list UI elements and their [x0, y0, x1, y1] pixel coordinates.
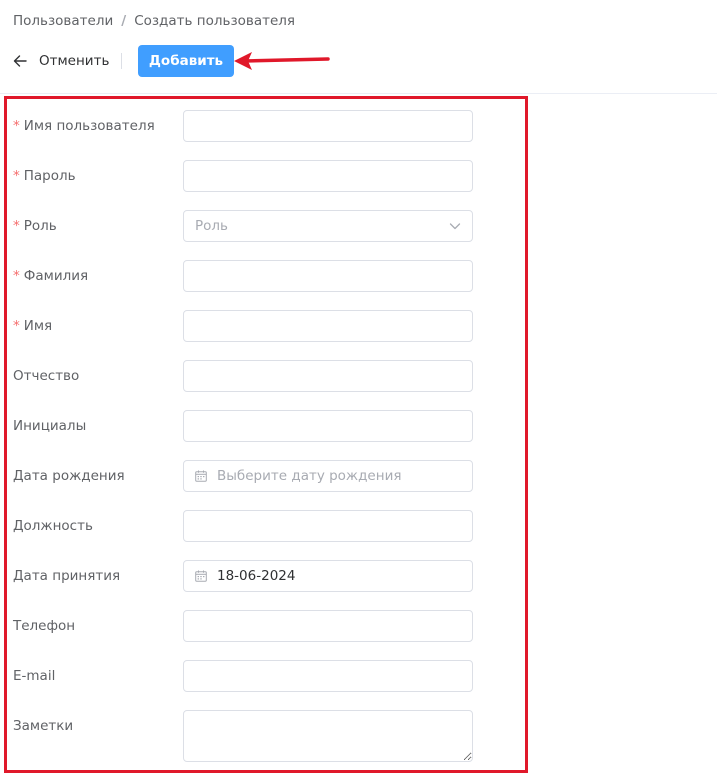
required-mark: * [13, 318, 20, 334]
form-row-role: * Роль Роль [0, 210, 717, 242]
breadcrumb-separator: / [121, 13, 127, 29]
hire-date-picker[interactable]: 18-06-2024 [183, 560, 473, 592]
position-label: Должность [13, 518, 93, 534]
role-select[interactable]: Роль [183, 210, 473, 242]
initials-label: Инициалы [13, 418, 87, 434]
first-name-input[interactable] [183, 310, 473, 342]
form-row-patronymic: Отчество [0, 360, 717, 392]
notes-textarea[interactable] [183, 710, 473, 762]
chevron-down-icon [449, 223, 461, 230]
initials-input[interactable] [183, 410, 473, 442]
patronymic-label: Отчество [13, 368, 80, 384]
form-row-last-name: * Фамилия [0, 260, 717, 292]
email-input[interactable] [183, 660, 473, 692]
cancel-label: Отменить [39, 53, 110, 69]
last-name-label-text: Фамилия [23, 268, 89, 284]
required-mark: * [13, 168, 20, 184]
form-row-first-name: * Имя [0, 310, 717, 342]
hire-date-value: 18-06-2024 [217, 568, 296, 584]
toolbar: Отменить Добавить [0, 45, 717, 77]
form-row-phone: Телефон [0, 610, 717, 642]
add-button[interactable]: Добавить [138, 45, 234, 77]
calendar-icon [195, 570, 207, 582]
required-mark: * [13, 118, 20, 134]
cancel-button[interactable]: Отменить [13, 45, 109, 77]
breadcrumb-current: Создать пользователя [134, 13, 296, 29]
form-row-password: * Пароль [0, 160, 717, 192]
annotation-arrow-icon [234, 52, 330, 70]
patronymic-input[interactable] [183, 360, 473, 392]
toolbar-divider [121, 53, 122, 69]
position-input[interactable] [183, 510, 473, 542]
form-row-email: E-mail [0, 660, 717, 692]
notes-label: Заметки [13, 718, 74, 734]
last-name-input[interactable] [183, 260, 473, 292]
calendar-icon [195, 470, 207, 482]
hire-date-label: Дата принятия [13, 568, 121, 584]
username-input[interactable] [183, 110, 473, 142]
phone-label: Телефон [13, 618, 76, 634]
last-name-label: * Фамилия [13, 260, 88, 292]
required-mark: * [13, 218, 20, 234]
form-row-birth-date: Дата рождения Выберите дату рождения [0, 460, 717, 492]
birth-date-placeholder: Выберите дату рождения [217, 468, 402, 484]
role-label: * Роль [13, 210, 57, 242]
password-label-text: Пароль [23, 168, 76, 184]
birth-date-picker[interactable]: Выберите дату рождения [183, 460, 473, 492]
header-divider [0, 93, 717, 94]
username-label: * Имя пользователя [13, 110, 155, 142]
breadcrumb: Пользователи / Создать пользователя [13, 13, 295, 29]
form-row-initials: Инициалы [0, 410, 717, 442]
form-row-hire-date: Дата принятия 18-06-2024 [0, 560, 717, 592]
form-row-username: * Имя пользователя [0, 110, 717, 142]
username-label-text: Имя пользователя [23, 118, 155, 134]
role-placeholder: Роль [195, 218, 228, 234]
form-row-notes: Заметки [0, 710, 717, 762]
first-name-label: * Имя [13, 310, 52, 342]
role-label-text: Роль [23, 218, 57, 234]
form-row-position: Должность [0, 510, 717, 542]
first-name-label-text: Имя [23, 318, 53, 334]
password-label: * Пароль [13, 160, 76, 192]
birth-date-label: Дата рождения [13, 468, 125, 484]
password-input[interactable] [183, 160, 473, 192]
required-mark: * [13, 268, 20, 284]
email-label: E-mail [13, 668, 56, 684]
breadcrumb-users-link[interactable]: Пользователи [13, 13, 113, 29]
arrow-left-icon [13, 55, 27, 67]
phone-input[interactable] [183, 610, 473, 642]
